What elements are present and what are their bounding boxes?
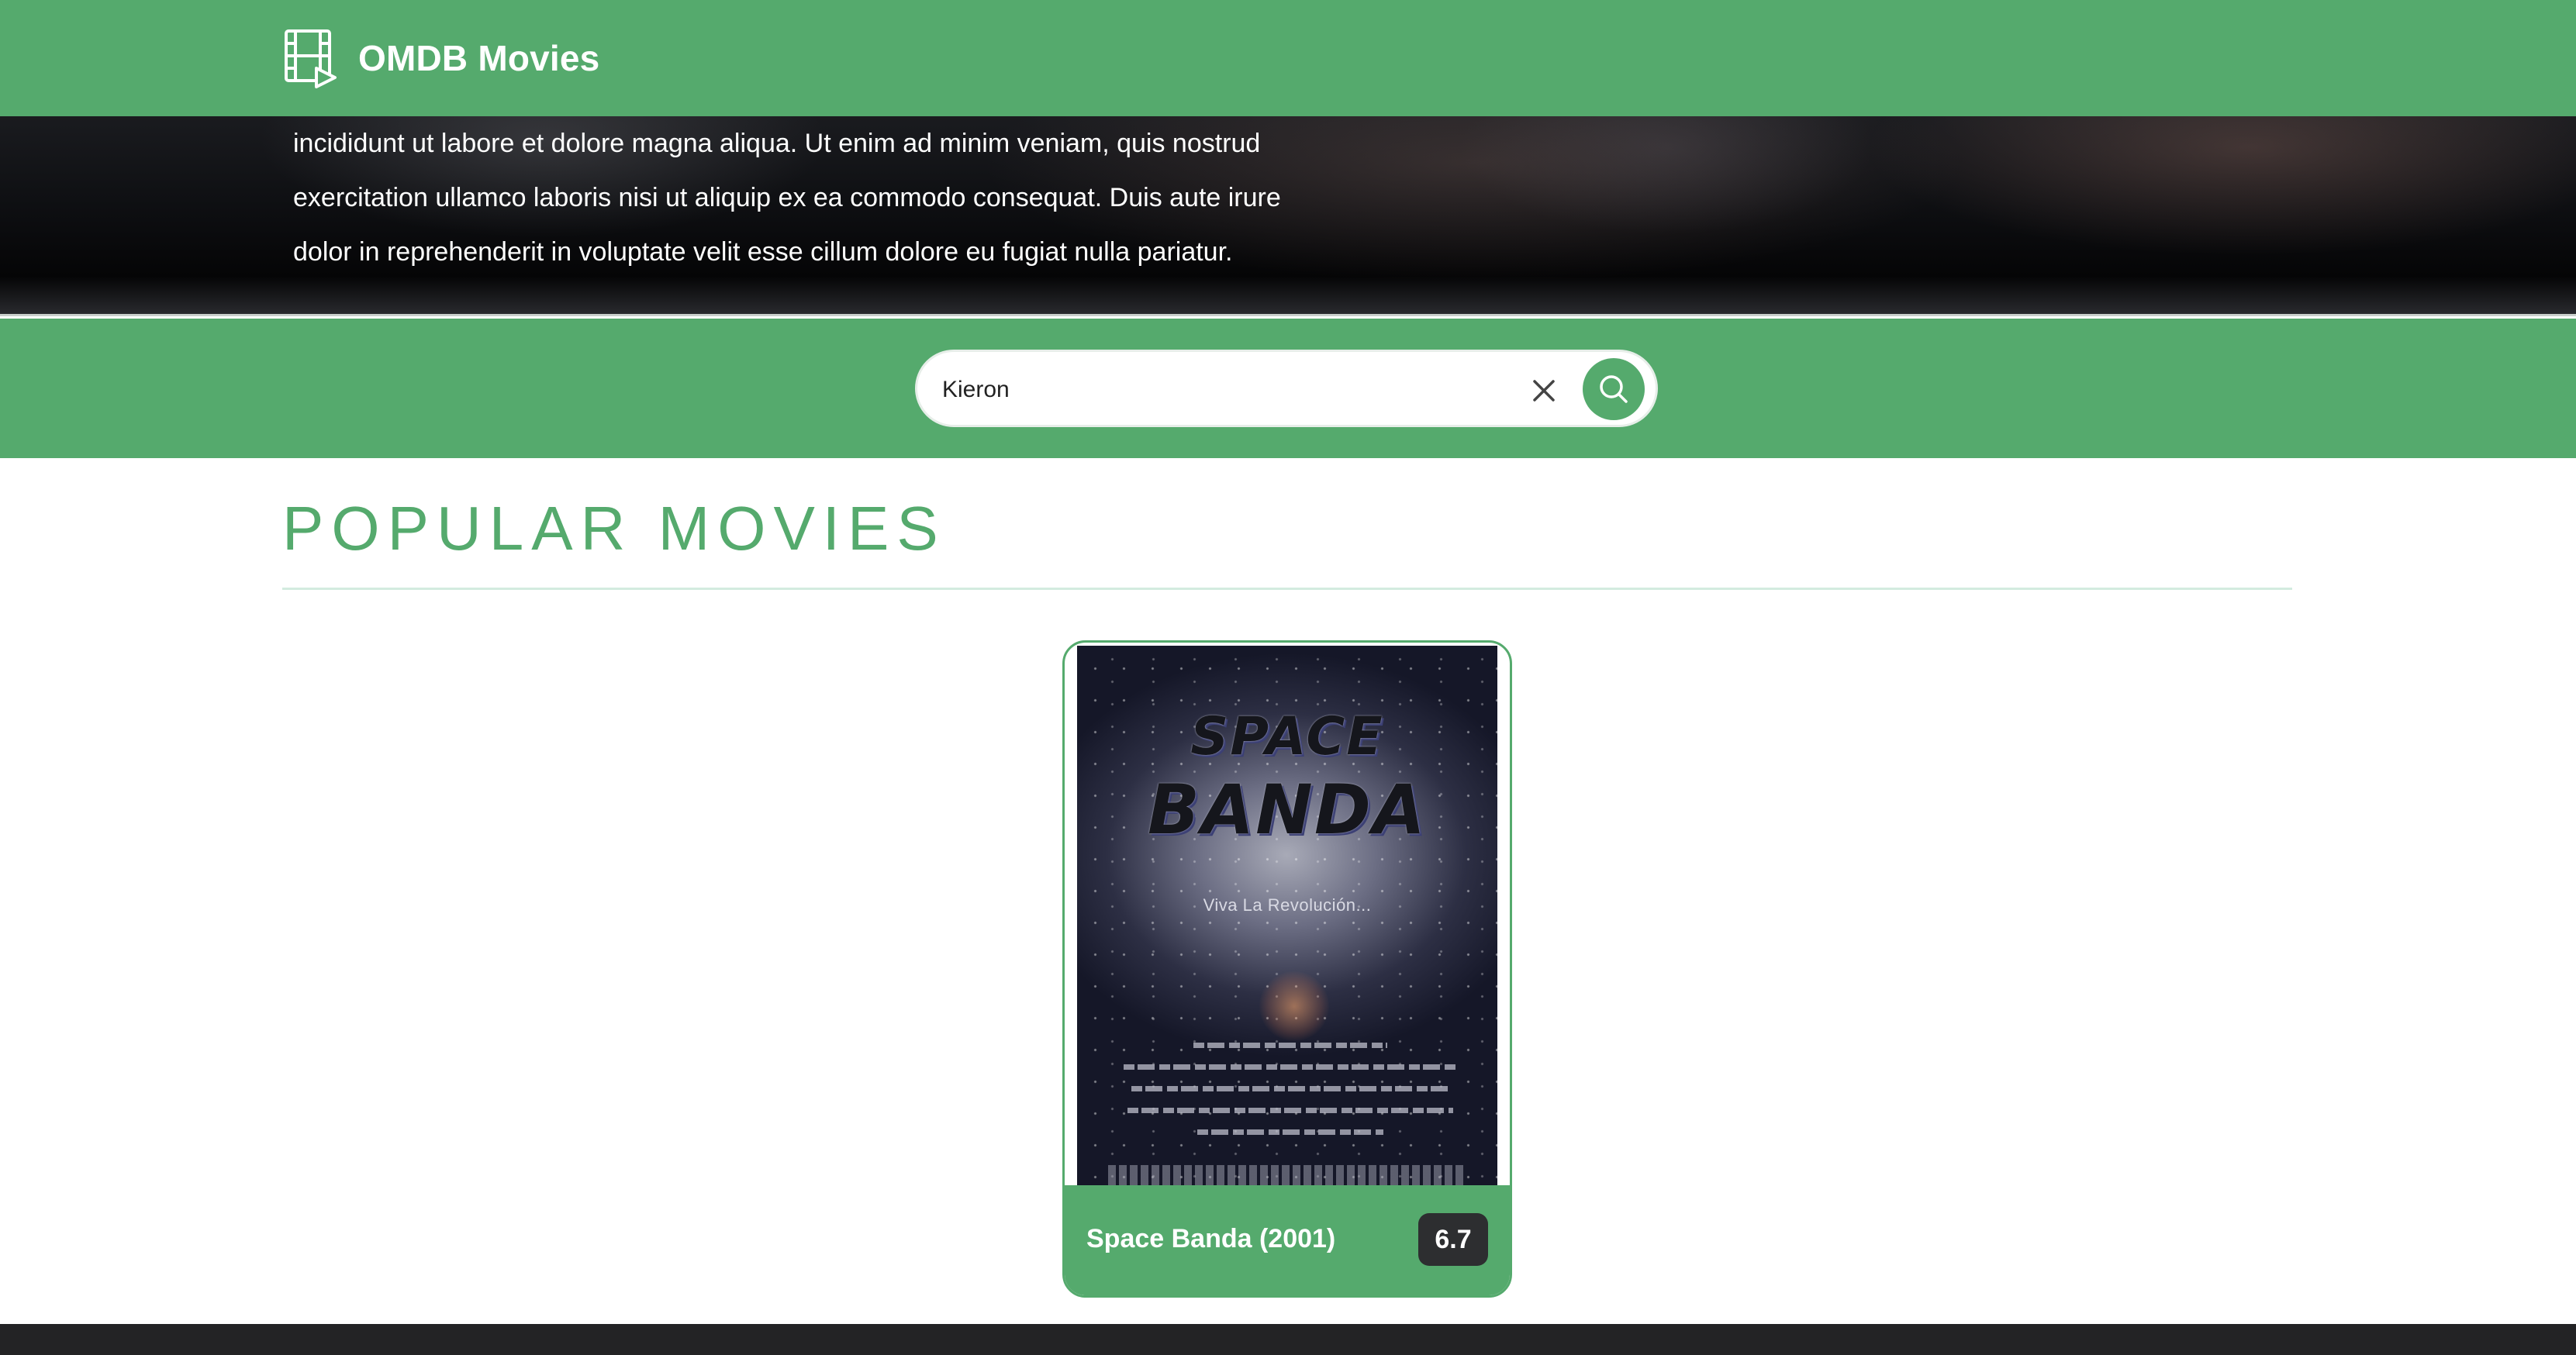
hero-description: incididunt ut labore et dolore magna ali… — [293, 116, 1394, 279]
section-divider — [282, 588, 2292, 590]
movie-card[interactable]: SPACE BANDA Viva La Revolución... Space … — [1062, 640, 1512, 1298]
movie-rating-badge: 6.7 — [1418, 1213, 1488, 1266]
movie-card-footer: Space Banda (2001) 6.7 — [1065, 1185, 1510, 1295]
poster-tagline: Viva La Revolución... — [1203, 895, 1372, 915]
brand-link[interactable]: OMDB Movies — [282, 28, 599, 88]
hero-text-line: incididunt ut labore et dolore magna ali… — [293, 129, 1261, 158]
clear-search-button[interactable] — [1522, 369, 1566, 412]
poster-lens-flare — [1259, 971, 1329, 1041]
navbar: OMDB Movies — [0, 0, 2576, 116]
hero-text-line: dolor in reprehenderit in voluptate veli… — [293, 237, 1233, 267]
search-icon — [1600, 375, 1628, 403]
movie-title[interactable]: Space Banda (2001) — [1086, 1224, 1335, 1254]
poster-footer-strip — [1108, 1165, 1465, 1185]
search-button[interactable] — [1583, 358, 1645, 420]
film-play-icon — [285, 29, 337, 88]
page-footer — [0, 1324, 2576, 1355]
search-band — [0, 319, 2576, 458]
close-icon — [1533, 380, 1555, 402]
movie-poster[interactable]: SPACE BANDA Viva La Revolución... — [1077, 646, 1497, 1185]
hero-text-line: exercitation ullamco laboris nisi ut ali… — [293, 183, 1281, 212]
section-title: POPULAR MOVIES — [282, 494, 946, 563]
hero-divider — [0, 314, 2576, 316]
brand-label: OMDB Movies — [358, 38, 600, 78]
poster-title-line: BANDA — [1148, 770, 1427, 850]
search-input[interactable] — [941, 366, 1502, 414]
hero-banner: incididunt ut labore et dolore magna ali… — [0, 116, 2576, 316]
search-box — [915, 350, 1658, 427]
poster-title-line: SPACE — [1190, 706, 1384, 767]
poster-credits — [1124, 1043, 1457, 1151]
